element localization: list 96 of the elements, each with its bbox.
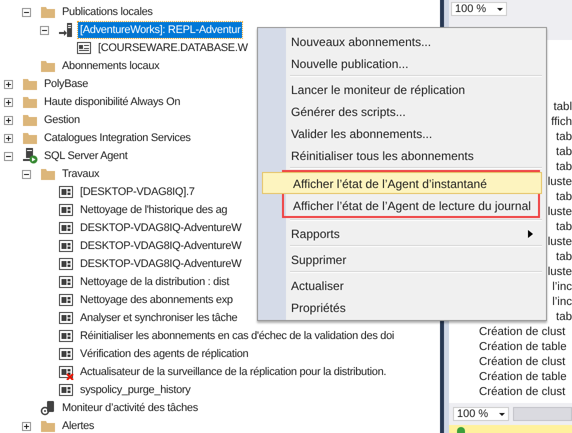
tree-item[interactable]: Abonnements locaux <box>60 58 162 74</box>
message-line: ffich <box>551 116 572 128</box>
folder-icon <box>22 76 38 92</box>
expand-icon[interactable] <box>4 134 13 142</box>
message-line: luste <box>548 176 572 188</box>
message-line: tab <box>556 161 572 173</box>
message-line: tab <box>556 311 572 323</box>
tree-item[interactable]: Réinitialiser les abonnements en cas d'échec de la validation des doi <box>78 328 396 344</box>
collapse-icon[interactable] <box>22 8 31 16</box>
message-line: l’inc <box>552 296 572 308</box>
message-line: Création de clust <box>479 326 566 338</box>
menu-item[interactable]: Propriétés <box>260 296 544 318</box>
tree-item[interactable]: DESKTOP-VDAG8IQ-AdventureW <box>78 256 244 272</box>
job-icon <box>58 346 74 362</box>
job-icon <box>58 256 74 272</box>
menu-item[interactable]: Supprimer <box>260 248 544 270</box>
message-line: luste <box>548 236 572 248</box>
menu-item[interactable]: Actualiser <box>260 274 544 296</box>
message-line: tabl <box>553 101 572 113</box>
caret-icon <box>497 8 503 10</box>
menu-item[interactable]: Lancer le moniteur de réplication <box>260 78 544 100</box>
horizontal-scrollbar[interactable] <box>513 407 572 421</box>
menu-item[interactable]: Réinitialiser tous les abonnements <box>260 144 544 166</box>
menu-item[interactable]: Nouvelle publication... <box>260 52 544 74</box>
message-line: Création de table <box>479 371 567 383</box>
tree-item[interactable]: Nettoyage de la distribution : dist <box>78 274 232 290</box>
tree-item[interactable]: Catalogues Integration Services <box>42 130 193 146</box>
job-icon <box>58 202 74 218</box>
job-icon <box>58 238 74 254</box>
tree-item[interactable]: Publications locales <box>60 4 155 20</box>
collapse-icon[interactable] <box>4 152 13 160</box>
tree-item[interactable]: Vérification des agents de réplication <box>78 346 250 362</box>
folder-icon <box>40 4 56 20</box>
menu-item[interactable]: Nouveaux abonnements... <box>260 30 544 52</box>
message-line: tab <box>556 191 572 203</box>
tree-item[interactable]: Actualisateur de la surveillance de la réplication pour la distribution. <box>78 364 388 380</box>
tree-item[interactable]: DESKTOP-VDAG8IQ-AdventureW <box>78 238 244 254</box>
tree-item[interactable]: [DESKTOP-VDAG8IQ].7 <box>78 184 197 200</box>
folder-icon <box>40 418 56 433</box>
tree-item[interactable]: Alertes <box>60 418 96 433</box>
monitor-icon <box>40 400 56 416</box>
tree-item[interactable]: [AdventureWorks]: REPL-Adventur <box>78 22 242 38</box>
collapse-icon[interactable] <box>22 170 31 178</box>
message-line: luste <box>548 266 572 278</box>
tree-item[interactable]: DESKTOP-VDAG8IQ-AdventureW <box>78 220 244 236</box>
job-error-icon <box>58 364 74 380</box>
caret-icon <box>499 412 505 416</box>
expand-icon[interactable] <box>4 98 13 106</box>
tree-item[interactable]: Analyser et synchroniser les tâche <box>78 310 240 326</box>
expand-icon[interactable] <box>22 422 31 430</box>
job-icon <box>58 184 74 200</box>
job-icon <box>58 274 74 290</box>
message-line: luste <box>548 206 572 218</box>
tree-item[interactable]: [COURSEWARE.DATABASE.W <box>96 40 250 56</box>
folder-icon <box>22 94 38 110</box>
tree-item[interactable]: Nettoyage de l'historique des ag <box>78 202 230 218</box>
collapse-icon[interactable] <box>40 26 49 34</box>
expand-icon[interactable] <box>4 116 13 124</box>
message-line: tab <box>556 221 572 233</box>
folder-icon <box>22 112 38 128</box>
message-line: Création de table <box>479 341 567 353</box>
tree-item[interactable]: syspolicy_purge_history <box>78 382 192 398</box>
menu-item[interactable]: Générer des scripts... <box>260 100 544 122</box>
folder-icon <box>40 58 56 74</box>
job-icon <box>58 382 74 398</box>
server-arrow-icon <box>58 22 74 38</box>
folder-icon <box>40 166 56 182</box>
message-line: tab <box>556 251 572 263</box>
menu-item[interactable]: Rapports <box>260 222 544 244</box>
tree-item[interactable]: PolyBase <box>42 76 90 92</box>
menu-item[interactable]: Afficher l’état de l’Agent de lecture du journal <box>262 194 542 216</box>
folder-icon <box>22 130 38 146</box>
submenu-arrow-icon <box>528 230 533 238</box>
zoom-dropdown[interactable]: 100 % <box>453 407 509 421</box>
job-icon <box>58 292 74 308</box>
agent-icon <box>22 148 38 164</box>
tree-item[interactable]: Haute disponibilité Always On <box>42 94 182 110</box>
tree-item[interactable]: Nettoyage des abonnements exp <box>78 292 235 308</box>
message-line: Création de clust <box>479 356 566 368</box>
message-line: l’inc <box>552 281 572 293</box>
menu-item[interactable]: Afficher l’état de l’Agent d’instantané <box>262 172 542 194</box>
tree-item[interactable]: SQL Server Agent <box>42 148 130 164</box>
message-line: Création de clust <box>479 386 566 398</box>
tree-item[interactable]: Gestion <box>42 112 82 128</box>
tree-item[interactable]: Travaux <box>60 166 102 182</box>
message-line: tab <box>556 131 572 143</box>
expand-icon[interactable] <box>4 80 13 88</box>
menu-item[interactable]: Valider les abonnements... <box>260 122 544 144</box>
document-icon <box>76 40 92 56</box>
job-icon <box>58 328 74 344</box>
job-icon <box>58 310 74 326</box>
zoom-dropdown[interactable]: 100 % <box>451 2 507 16</box>
message-line: tab <box>556 146 572 158</box>
success-icon <box>457 427 465 433</box>
tree-item[interactable]: Moniteur d’activité des tâches <box>60 400 200 416</box>
job-icon <box>58 220 74 236</box>
